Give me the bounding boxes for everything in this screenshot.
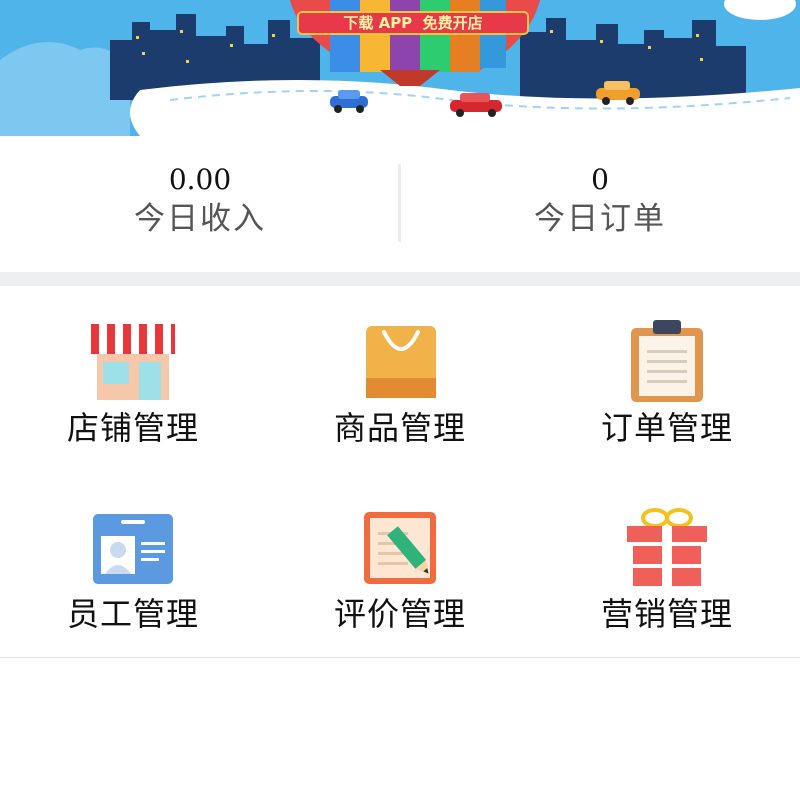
income-stat[interactable]: 0.00 今日收入 (0, 136, 400, 272)
marketing-management-tile[interactable]: 营销管理 (534, 472, 800, 658)
orders-value: 0 (591, 163, 609, 196)
review-management-tile[interactable]: 评价管理 (267, 472, 533, 658)
orders-stat[interactable]: 0 今日订单 (400, 136, 800, 272)
review-management-label: 评价管理 (333, 595, 466, 633)
marketing-management-label: 营销管理 (600, 595, 733, 633)
staff-management-tile[interactable]: 员工管理 (0, 472, 266, 658)
order-management-tile[interactable]: 订单管理 (534, 286, 800, 472)
goods-management-tile[interactable]: 商品管理 (267, 286, 533, 472)
shopping-bag-icon (366, 326, 436, 398)
promo-banner[interactable]: 下载 APP 免费开店 (0, 0, 800, 136)
clipboard-icon (631, 320, 703, 402)
orders-label: 今日订单 (534, 201, 666, 237)
id-card-icon (93, 514, 173, 584)
staff-management-label: 员工管理 (66, 595, 199, 633)
income-value: 0.00 (168, 163, 232, 196)
gift-icon (627, 508, 707, 586)
stats-divider (398, 164, 401, 242)
banner-download-text: 下载 APP 免费开店 (343, 14, 483, 32)
order-management-label: 订单管理 (600, 409, 733, 447)
review-pencil-icon (364, 512, 436, 584)
shop-icon (91, 324, 175, 400)
income-label: 今日收入 (134, 201, 266, 237)
shop-management-tile[interactable]: 店铺管理 (0, 286, 266, 472)
management-grid: 店铺管理 商品管理 订单管理 员工管理 评价管理 营销管理 (0, 286, 800, 658)
section-gap (0, 272, 800, 286)
shop-management-label: 店铺管理 (66, 409, 199, 447)
goods-management-label: 商品管理 (333, 409, 466, 447)
